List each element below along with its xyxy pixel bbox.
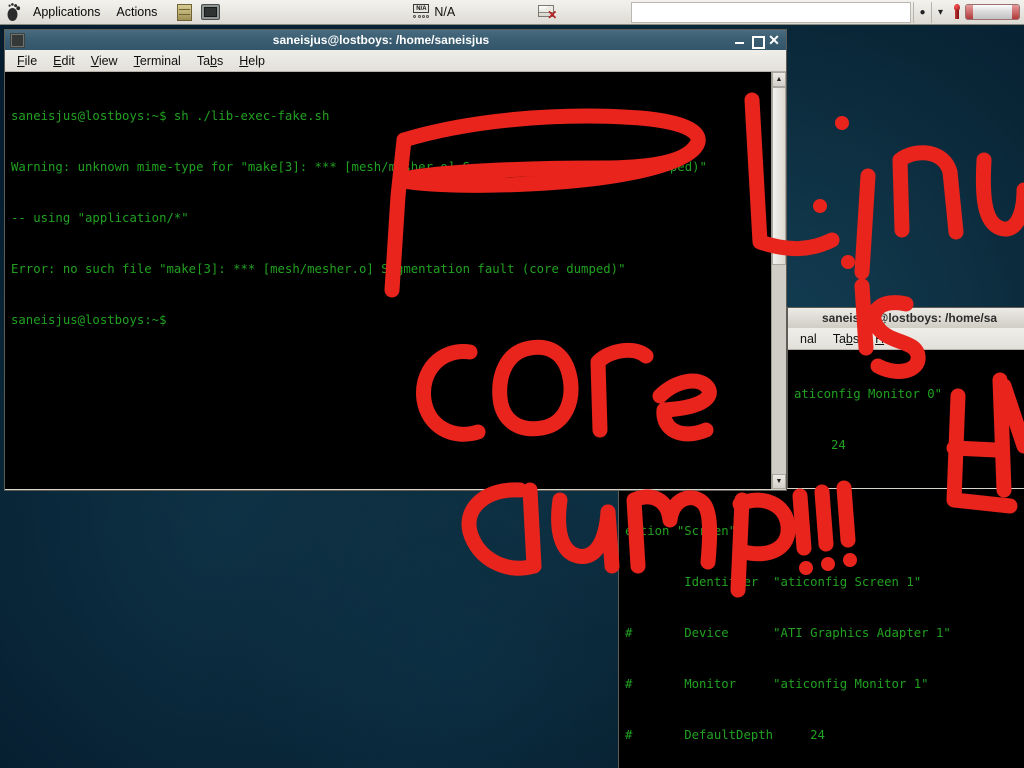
terminal-2-output: ection "Screen" Identifier "aticonfig Sc… <box>625 524 951 742</box>
maximize-button[interactable] <box>751 34 765 49</box>
terminal-1-scrollbar[interactable]: ▲ ▼ <box>771 72 786 489</box>
menu-tabs-2[interactable]: Tabs <box>825 330 867 348</box>
desktop: Applications Actions N/A N/A ✕ ● ▾ sanei… <box>0 0 1024 768</box>
window-title-terminal-2: saneisjus@lostboys: /home/sa <box>821 311 998 325</box>
window-menu-icon[interactable] <box>10 32 25 48</box>
window-title-terminal-1: saneisjus@lostboys: /home/saneisjus <box>272 33 490 47</box>
linux-text <box>744 92 1024 280</box>
menu-file[interactable]: File <box>9 52 45 70</box>
terminal-1-output: saneisjus@lostboys:~$ sh ./lib-exec-fake… <box>11 109 707 327</box>
file-cabinet-launcher[interactable] <box>173 1 195 23</box>
terminal-window-1[interactable]: saneisjus@lostboys: /home/saneisjus ✕ Fi… <box>4 29 787 491</box>
terminal-1-body[interactable]: saneisjus@lostboys:~$ sh ./lib-exec-fake… <box>5 72 786 489</box>
menu-tabs[interactable]: Tabs <box>189 52 231 70</box>
network-applet-icon-label: N/A <box>413 3 430 13</box>
battery-charge-bar[interactable] <box>965 4 1020 20</box>
terminal-window-2-lower[interactable]: ection "Screen" Identifier "aticonfig Sc… <box>618 488 1024 768</box>
battery-icon[interactable] <box>951 3 963 21</box>
close-button[interactable]: ✕ <box>768 33 780 47</box>
linux-dots <box>813 116 855 269</box>
network-applet-label: N/A <box>434 5 456 19</box>
scroll-down-arrow[interactable]: ▼ <box>772 474 786 489</box>
mail-applet[interactable]: ✕ <box>533 0 561 25</box>
titlebar-terminal-2[interactable]: saneisjus@lostboys: /home/sa <box>788 308 1024 328</box>
menu-help[interactable]: Help <box>231 52 273 70</box>
menubar-terminal-1: File Edit View Terminal Tabs Help <box>5 50 786 72</box>
menu-applications[interactable]: Applications <box>26 2 107 22</box>
scroll-up-arrow[interactable]: ▲ <box>772 72 786 87</box>
minimize-button[interactable] <box>734 34 746 47</box>
menu-actions[interactable]: Actions <box>109 2 164 22</box>
gnome-foot-icon[interactable] <box>3 1 25 23</box>
panel-dropdown-button[interactable]: ▾ <box>931 1 949 23</box>
terminal-launcher[interactable] <box>199 1 221 23</box>
show-desktop-button[interactable]: ● <box>913 1 931 23</box>
titlebar-terminal-1[interactable]: saneisjus@lostboys: /home/saneisjus ✕ <box>5 30 786 50</box>
menu-help-2[interactable]: Help <box>867 330 909 348</box>
scroll-thumb[interactable] <box>772 87 786 266</box>
menu-view[interactable]: View <box>83 52 126 70</box>
menubar-terminal-2: nal Tabs Help <box>788 328 1024 350</box>
window-list[interactable] <box>631 1 911 23</box>
menu-edit[interactable]: Edit <box>45 52 83 70</box>
terminal-icon <box>201 4 221 20</box>
menu-terminal[interactable]: Terminal <box>126 52 189 70</box>
gnome-top-panel: Applications Actions N/A N/A ✕ ● ▾ <box>0 0 1024 25</box>
network-applet[interactable]: N/A N/A <box>408 0 458 25</box>
window-controls: ✕ <box>734 33 784 49</box>
file-cabinet-icon <box>177 4 193 21</box>
mail-check-icon: ✕ <box>536 2 558 22</box>
scroll-track[interactable] <box>772 87 786 474</box>
menu-terminal-partial[interactable]: nal <box>792 330 825 348</box>
network-monitor-icon: N/A <box>411 3 431 21</box>
